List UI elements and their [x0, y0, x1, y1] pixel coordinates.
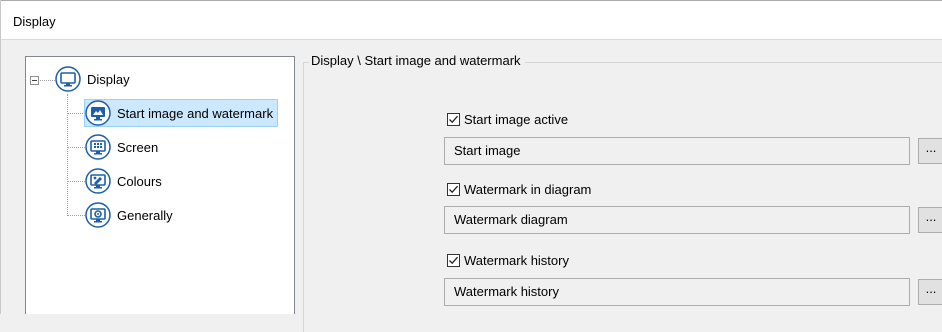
watermark-history-checkbox[interactable]: Watermark history [447, 251, 569, 269]
start-image-field[interactable]: Start image [444, 137, 910, 165]
monitor-screen-icon [85, 134, 111, 160]
group-caption: Display \ Start image and watermark [309, 53, 525, 68]
tree-connector [67, 113, 85, 114]
watermark-history-browse-button[interactable]: ... [918, 279, 942, 305]
collapse-toggle[interactable] [30, 76, 39, 85]
tree-connector [67, 181, 85, 182]
watermark-history-field[interactable]: Watermark history [444, 278, 910, 306]
watermark-diagram-browse-button[interactable]: ... [918, 207, 942, 233]
settings-tree[interactable]: Display Start image and watermark Screen… [25, 56, 295, 314]
tree-item-screen-wrap: Screen [84, 133, 163, 161]
tree-item-label: Colours [117, 173, 162, 189]
tree-item-label: Generally [117, 207, 173, 223]
tree-item-label: Start image and watermark [117, 105, 274, 121]
tree-item-generally-wrap: Generally [84, 201, 178, 229]
tree-connector [67, 147, 85, 148]
display-settings-window: Display Display Start image and watermar… [0, 0, 942, 332]
checkbox-label: Start image active [464, 111, 569, 127]
monitor-image-icon [85, 100, 111, 126]
checkbox-label: Watermark history [464, 252, 569, 268]
watermark-in-diagram-checkbox[interactable]: Watermark in diagram [447, 180, 591, 198]
start-image-active-checkbox[interactable]: Start image active [447, 110, 568, 128]
tree-item-colours[interactable]: Colours [84, 167, 167, 195]
checkbox-box[interactable] [447, 182, 460, 196]
window-title: Display [13, 14, 56, 29]
tree-item-display[interactable]: Display [54, 65, 135, 93]
start-image-browse-button[interactable]: ... [918, 138, 942, 164]
checkbox-box[interactable] [447, 253, 460, 267]
tree-item-label: Display [87, 71, 130, 87]
tree-item-start-image-and-watermark[interactable]: Start image and watermark [84, 99, 279, 127]
tree-item-generally[interactable]: Generally [84, 201, 178, 229]
monitor-gear-icon [85, 202, 111, 228]
tree-item-start-image-wrap: Start image and watermark [84, 99, 279, 127]
checkbox-label: Watermark in diagram [464, 181, 592, 197]
tree-connector [67, 215, 85, 216]
monitor-icon [55, 66, 81, 92]
tree-item-screen[interactable]: Screen [84, 133, 163, 161]
monitor-colours-icon [85, 168, 111, 194]
tree-item-colours-wrap: Colours [84, 167, 167, 195]
checkbox-box[interactable] [447, 112, 460, 126]
watermark-diagram-field[interactable]: Watermark diagram [444, 206, 910, 234]
tree-item-display-wrap: Display [54, 65, 135, 93]
tree-item-label: Screen [117, 139, 159, 155]
title-bar: Display [1, 0, 942, 40]
